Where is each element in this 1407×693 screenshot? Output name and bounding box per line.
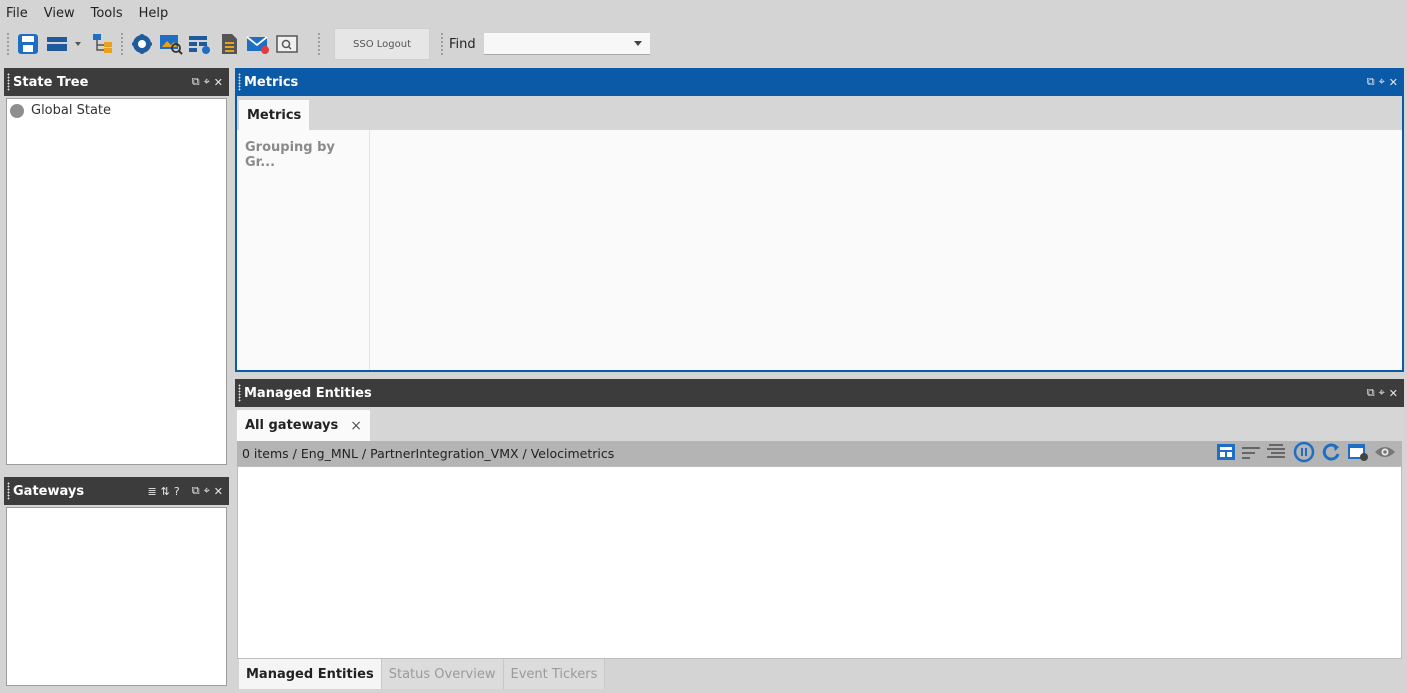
grouping-label[interactable]: Grouping by Gr...: [245, 140, 369, 170]
panel-controls: ⧉ ⌖ ✕: [1367, 68, 1398, 96]
toolbar-grip-4: [440, 32, 444, 56]
close-icon[interactable]: ✕: [1389, 76, 1398, 89]
chevron-down-icon[interactable]: [633, 41, 642, 46]
pause-icon[interactable]: [1293, 441, 1315, 466]
tree-item-global-state[interactable]: Global State: [7, 99, 226, 118]
menu-file[interactable]: File: [6, 6, 28, 21]
menu-view[interactable]: View: [44, 6, 75, 21]
sort-alpha-icon[interactable]: ⇅: [161, 485, 170, 498]
hierarchy-icon[interactable]: [89, 31, 115, 57]
mail-icon[interactable]: [245, 31, 271, 57]
managed-entities-title: Managed Entities: [244, 385, 372, 401]
tab-all-gateways[interactable]: All gateways ×: [237, 410, 370, 441]
close-icon[interactable]: ✕: [214, 485, 223, 498]
panel-controls: ⧉ ⌖ ✕: [1367, 379, 1398, 407]
bottom-tabstrip: Managed Entities Status Overview Event T…: [239, 659, 606, 689]
restore-icon[interactable]: ⧉: [1367, 75, 1375, 89]
gateways-title: Gateways: [13, 483, 85, 499]
grid-settings-icon[interactable]: [187, 31, 213, 57]
pin-icon[interactable]: ⌖: [1379, 386, 1385, 400]
screen-search-icon[interactable]: [274, 31, 300, 57]
document-icon[interactable]: [216, 31, 242, 57]
state-tree-body: Global State: [6, 98, 227, 465]
filter-icon[interactable]: ≣: [147, 485, 156, 498]
close-icon[interactable]: ✕: [1389, 387, 1398, 400]
drag-grip-icon[interactable]: [7, 73, 10, 91]
drag-grip-icon[interactable]: [7, 482, 10, 500]
find-combobox[interactable]: [483, 33, 650, 55]
export-icon[interactable]: [1347, 442, 1369, 465]
menu-bar: File View Tools Help: [0, 0, 1407, 26]
drag-grip-icon[interactable]: [238, 384, 241, 402]
entities-info-text: 0 items / Eng_MNL / PartnerIntegration_V…: [242, 446, 615, 461]
managed-entities-panel: Managed Entities ⧉ ⌖ ✕ All gateways × 0 …: [235, 379, 1404, 659]
metrics-panel: Metrics ⧉ ⌖ ✕ Metrics Grouping by Gr...: [235, 68, 1404, 372]
save-icon[interactable]: [15, 31, 41, 57]
toolbar-grip-2: [120, 32, 124, 56]
restore-icon[interactable]: ⧉: [192, 484, 200, 498]
table-view-icon[interactable]: [1216, 443, 1236, 464]
tab-status-overview[interactable]: Status Overview: [381, 659, 504, 689]
menu-help[interactable]: Help: [139, 6, 169, 21]
entities-infobar: 0 items / Eng_MNL / PartnerIntegration_V…: [237, 441, 1402, 466]
tab-all-gateways-label: All gateways: [245, 418, 339, 433]
metrics-header[interactable]: Metrics ⧉ ⌖ ✕: [235, 68, 1404, 96]
find-label: Find: [449, 36, 476, 52]
gateways-body: [6, 507, 227, 686]
sort-icon[interactable]: [1241, 444, 1261, 463]
layout-icon[interactable]: [44, 31, 70, 57]
gateways-panel: Gateways ≣ ⇅ ? ⧉ ⌖ ✕: [4, 477, 229, 688]
pin-icon[interactable]: ⌖: [204, 75, 210, 89]
grouping-column: Grouping by Gr...: [237, 130, 370, 370]
image-search-icon[interactable]: [158, 31, 184, 57]
eye-icon[interactable]: [1374, 444, 1396, 463]
close-icon[interactable]: ✕: [214, 76, 223, 89]
sso-logout-button[interactable]: SSO Logout: [334, 28, 430, 60]
tree-sort-icon[interactable]: [1266, 443, 1288, 464]
layout-dropdown-icon[interactable]: [73, 31, 83, 57]
metrics-title: Metrics: [244, 74, 299, 90]
toolbar: SSO Logout Find: [0, 27, 1407, 61]
settings-icon[interactable]: [129, 31, 155, 57]
managed-entities-header[interactable]: Managed Entities ⧉ ⌖ ✕: [235, 379, 1404, 407]
drag-grip-icon[interactable]: [238, 73, 241, 91]
tab-managed-entities[interactable]: Managed Entities: [239, 659, 382, 689]
state-tree-panel: State Tree ⧉ ⌖ ✕ Global State: [4, 68, 229, 467]
entities-list: [237, 466, 1402, 659]
tab-event-tickers[interactable]: Event Tickers: [503, 659, 606, 689]
restore-icon[interactable]: ⧉: [192, 75, 200, 89]
close-icon[interactable]: ×: [350, 418, 362, 434]
managed-entities-tabstrip: All gateways ×: [235, 407, 1404, 441]
toolbar-grip-3: [317, 32, 321, 56]
entities-toolbar: [1216, 441, 1396, 466]
panel-controls: ⧉ ⌖ ✕: [192, 68, 223, 96]
pin-icon[interactable]: ⌖: [1379, 75, 1385, 89]
menu-tools[interactable]: Tools: [91, 6, 123, 21]
refresh-icon[interactable]: [1320, 441, 1342, 466]
metrics-content: Grouping by Gr...: [237, 130, 1402, 370]
help-icon[interactable]: ?: [174, 485, 180, 498]
tab-metrics[interactable]: Metrics: [239, 100, 310, 130]
tree-item-label: Global State: [31, 103, 112, 118]
toolbar-grip[interactable]: [6, 32, 10, 56]
gateways-header[interactable]: Gateways ≣ ⇅ ? ⧉ ⌖ ✕: [4, 477, 229, 505]
restore-icon[interactable]: ⧉: [1367, 386, 1375, 400]
panel-controls: ≣ ⇅ ? ⧉ ⌖ ✕: [147, 477, 223, 505]
pin-icon[interactable]: ⌖: [204, 484, 210, 498]
metrics-tabstrip: Metrics: [237, 96, 1402, 130]
status-dot-icon: [10, 103, 24, 118]
state-tree-title: State Tree: [13, 74, 89, 90]
state-tree-header[interactable]: State Tree ⧉ ⌖ ✕: [4, 68, 229, 96]
